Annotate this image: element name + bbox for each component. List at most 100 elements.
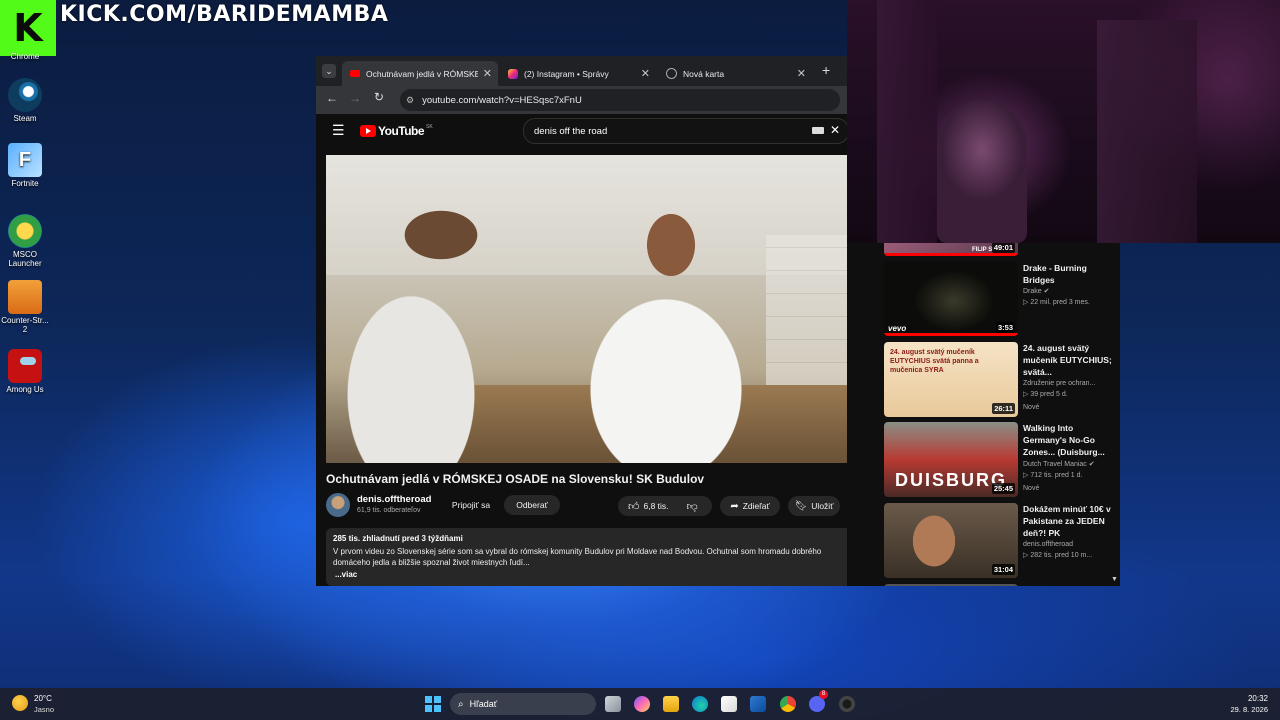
like-thumb-icon[interactable]: 👍︎ [628,500,640,513]
tab-youtube[interactable]: Ochutnávam jedlá v RÓMSKEJ ✕ [342,61,498,86]
join-button[interactable]: Pripojiť sa [444,495,498,515]
browser-window: ⌄ Ochutnávam jedlá v RÓMSKEJ ✕ (2) Insta… [316,56,847,586]
clock-date[interactable]: 29. 8. 2026 [1220,705,1268,714]
join-label: Pripojiť sa [451,500,491,510]
video-description[interactable]: 285 tis. zhliadnutí pred 3 týždňami V pr… [326,528,847,586]
desktop-icon-chrome[interactable]: Chrome [0,52,50,61]
recommendation-thumbnail[interactable]: 31:04 [884,503,1018,578]
streamer-person [937,100,1027,243]
share-label: Zdieľať [742,501,770,511]
youtube-logo[interactable]: YouTube SK [360,124,433,138]
close-tab-icon[interactable]: ✕ [797,67,806,80]
task-view-icon[interactable] [605,696,621,712]
video-player[interactable] [326,155,847,463]
recommendation-thumbnail[interactable]: DUISBURG 25:45 [884,422,1018,497]
mail-icon[interactable] [750,696,766,712]
save-label: Uložiť [811,501,834,511]
tab-search-icon[interactable]: ⌄ [322,64,336,78]
subscriber-count: 61,9 tis. odberateľov [357,507,421,514]
among-us-icon [8,349,42,383]
new-tab-plus-icon[interactable]: + [822,62,830,78]
desktop-icon-label: Counter-Str... 2 [1,316,49,334]
tab-instagram[interactable]: (2) Instagram • Správy ✕ [502,61,656,86]
tab-label: Nová karta [683,68,725,79]
desktop-icon-steam[interactable]: Steam [0,78,50,123]
keyboard-icon[interactable] [812,127,824,134]
forward-arrow-icon[interactable]: → [349,91,361,105]
desktop-icon-counter-strike[interactable]: Counter-Str... 2 [0,280,50,334]
recommendation-title[interactable]: Drake - Burning Bridges [1023,262,1113,286]
menu-hamburger-icon[interactable]: ☰ [332,122,345,139]
desktop-icon-among-us[interactable]: Among Us [0,349,50,394]
watched-progress-bar [884,333,1018,336]
site-info-icon[interactable]: ⚙ [406,95,414,106]
instagram-favicon-icon [508,68,518,79]
tab-new-tab[interactable]: Nová karta ✕ [660,61,812,86]
recommendation-thumbnail[interactable]: vevo 3:53 [884,261,1018,336]
address-url: youtube.com/watch?v=HESqsc7xFnU [422,94,582,106]
recommendation-thumbnail[interactable]: FILIP SI 49:01 [884,243,1018,256]
channel-text: Drake [1023,288,1042,295]
recommendation-thumbnail[interactable]: 24. august svätý mučeník EUTYCHIUS svätá… [884,342,1018,417]
fortnite-icon: F [8,143,42,177]
chrome-icon[interactable] [780,696,796,712]
search-input[interactable]: denis off the road ✕ [523,118,847,144]
recommendation-channel: denis.offtheroad [1023,541,1074,548]
tab-label: Ochutnávam jedlá v RÓMSKEJ [366,68,478,79]
reload-icon[interactable]: ↻ [374,90,384,104]
weather-desc: Jasno [34,705,55,714]
recommendation-title[interactable]: 24. august svätý mučeník EUTYCHIUS; svät… [1023,342,1113,378]
search-query: denis off the road [534,125,608,137]
counter-strike-icon [8,280,42,314]
youtube-play-icon [360,125,376,137]
channel-name[interactable]: denis.offtheroad [357,494,431,505]
microsoft-store-icon[interactable] [721,696,737,712]
desktop-icon-fortnite[interactable]: F Fortnite [0,143,50,188]
kick-logo: K [0,0,56,56]
thumbnail-overlay-text: 24. august svätý mučeník EUTYCHIUS svätá… [890,349,979,374]
windows-start-icon[interactable] [425,696,441,712]
clear-search-icon[interactable]: ✕ [830,123,840,137]
video-duration: 3:53 [995,322,1015,333]
clock-time[interactable]: 20:32 [1232,694,1268,703]
weather-temp[interactable]: 20°C [34,694,52,703]
address-bar[interactable]: ⚙ youtube.com/watch?v=HESqsc7xFnU [400,89,840,111]
like-dislike-group: 👍︎ 6,8 tis. 👎︎ [618,496,712,516]
recommendation-title[interactable]: Dokážem minúť 10€ v Pakistane za JEDEN d… [1023,503,1113,539]
share-button[interactable]: ➦ Zdieľať [720,496,780,516]
kitchen-tiles [766,235,847,385]
recommendation-stats: ▷ 22 mil. pred 3 mes. [1023,297,1117,308]
close-tab-icon[interactable]: ✕ [641,67,650,80]
show-more-link[interactable]: ...viac [335,570,357,579]
close-tab-icon[interactable]: ✕ [483,67,492,80]
dislike-thumb-icon[interactable]: 👎︎ [687,500,698,513]
recommendation-thumbnail[interactable] [884,584,1018,586]
taskbar-search-input[interactable]: ⌕ Hľadať [450,693,596,715]
discord-notification-badge: 8 [819,690,828,699]
tab-bar: ⌄ Ochutnávam jedlá v RÓMSKEJ ✕ (2) Insta… [316,56,847,86]
like-count[interactable]: 6,8 tis. [644,501,669,511]
edge-icon[interactable] [692,696,708,712]
file-explorer-icon[interactable] [663,696,679,712]
recommendation-title[interactable]: Walking Into Germany's No-Go Zones... (D… [1023,422,1113,458]
scroll-down-arrow-icon[interactable]: ▼ [1111,576,1118,583]
tab-label: (2) Instagram • Správy [524,68,609,79]
chrome-favicon-icon [666,68,677,79]
subscribe-button[interactable]: Odberať [504,495,560,515]
browser-toolbar: ← → ↻ ⚙ youtube.com/watch?v=HESqsc7xFnU [316,86,847,114]
desktop-icon-msco[interactable]: MSCO Launcher [0,214,50,268]
obs-icon[interactable] [839,696,855,712]
webcam-overlay [847,0,1280,243]
video-duration: 31:04 [991,564,1015,575]
channel-avatar[interactable] [326,493,350,517]
vevo-logo: vevo [888,324,907,333]
video-title: Ochutnávam jedlá v RÓMSKEJ OSADE na Slov… [326,472,705,486]
back-arrow-icon[interactable]: ← [326,91,338,105]
weather-moon-icon[interactable] [12,695,28,711]
copilot-icon[interactable] [634,696,650,712]
save-button[interactable]: 🔖︎ Uložiť [788,496,840,516]
stats-text: 39 pred 5 d. [1030,391,1068,398]
desktop-icon-label: Steam [13,114,37,123]
discord-icon[interactable]: 8 [809,690,828,712]
desktop-icon-label: Among Us [6,385,44,394]
